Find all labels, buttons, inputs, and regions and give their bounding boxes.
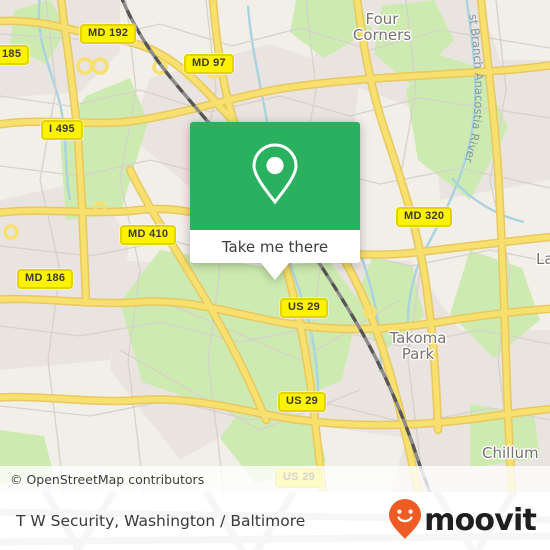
moovit-smiley-pin-icon: [388, 498, 422, 545]
shield-md-320[interactable]: MD 320: [396, 207, 453, 227]
page-title: T W Security, Washington / Baltimore: [16, 492, 305, 550]
moovit-logo[interactable]: moovit: [388, 492, 537, 550]
shield-md-97[interactable]: MD 97: [184, 54, 234, 74]
shield-md-186[interactable]: MD 186: [17, 269, 74, 289]
callout-pointer-tail: [261, 263, 289, 280]
location-pin-icon: [249, 141, 301, 212]
shield-md-185[interactable]: 185: [0, 45, 30, 65]
shield-md-410[interactable]: MD 410: [120, 225, 177, 245]
footer-title-text: T W Security, Washington / Baltimore: [16, 512, 306, 530]
take-me-there-label: Take me there: [221, 237, 329, 256]
shield-i-495[interactable]: I 495: [41, 120, 83, 140]
moovit-wordmark: moovit: [424, 503, 537, 538]
osm-attribution[interactable]: © OpenStreetMap contributors: [0, 466, 550, 492]
shield-md-192[interactable]: MD 192: [80, 24, 137, 44]
take-me-there-button[interactable]: Take me there: [190, 230, 360, 263]
callout-icon-panel: [190, 122, 360, 230]
moovit-map-screenshot: st Branch Anacostia River Four Corners T…: [0, 0, 550, 550]
footer-bar: T W Security, Washington / Baltimore moo…: [0, 492, 550, 550]
take-me-there-callout[interactable]: Take me there: [190, 122, 360, 280]
map-canvas[interactable]: st Branch Anacostia River Four Corners T…: [0, 0, 550, 492]
shield-us-29-mid[interactable]: US 29: [278, 392, 327, 412]
osm-attribution-text: © OpenStreetMap contributors: [10, 471, 205, 487]
shield-us-29-north[interactable]: US 29: [280, 298, 329, 318]
